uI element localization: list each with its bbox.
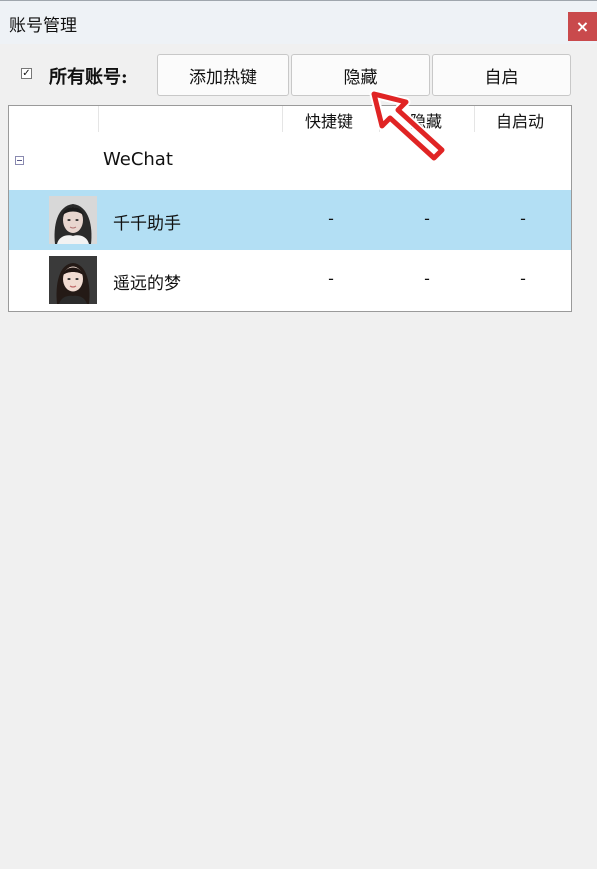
window-title: 账号管理: [9, 16, 77, 36]
avatar: [49, 196, 97, 244]
select-all-checkbox[interactable]: ✓: [21, 68, 32, 79]
hotkey-cell[interactable]: -: [321, 269, 341, 288]
column-separator: [474, 106, 475, 132]
autostart-cell[interactable]: -: [513, 269, 533, 288]
title-bar: 账号管理 ×: [0, 0, 597, 44]
autostart-cell[interactable]: -: [513, 209, 533, 228]
close-icon: ×: [575, 17, 590, 36]
header-autostart[interactable]: 自启动: [496, 108, 544, 132]
all-accounts-label: 所有账号:: [49, 67, 128, 88]
hotkey-cell[interactable]: -: [321, 209, 341, 228]
table-row[interactable]: 遥远的梦 - - -: [9, 250, 571, 310]
avatar: [49, 256, 97, 304]
account-list[interactable]: 快捷键 隐藏 自启动 WeChat 千千助手 - - - 遥远的梦 - - -: [8, 105, 572, 312]
table-row[interactable]: 千千助手 - - -: [9, 190, 571, 250]
close-button[interactable]: ×: [568, 12, 597, 41]
hidden-cell[interactable]: -: [417, 269, 437, 288]
column-separator: [98, 106, 99, 132]
header-hotkey[interactable]: 快捷键: [305, 108, 353, 132]
header-hidden[interactable]: 隐藏: [410, 108, 442, 132]
hide-button[interactable]: 隐藏: [291, 54, 430, 96]
autostart-button[interactable]: 自启: [432, 54, 571, 96]
column-separator: [282, 106, 283, 132]
collapse-minus-icon[interactable]: [15, 156, 24, 165]
group-name: WeChat: [103, 149, 173, 170]
add-hotkey-button[interactable]: 添加热键: [157, 54, 289, 96]
account-name: 千千助手: [113, 214, 181, 234]
account-name: 遥远的梦: [113, 274, 181, 294]
column-separator: [379, 106, 380, 132]
hidden-cell[interactable]: -: [417, 209, 437, 228]
